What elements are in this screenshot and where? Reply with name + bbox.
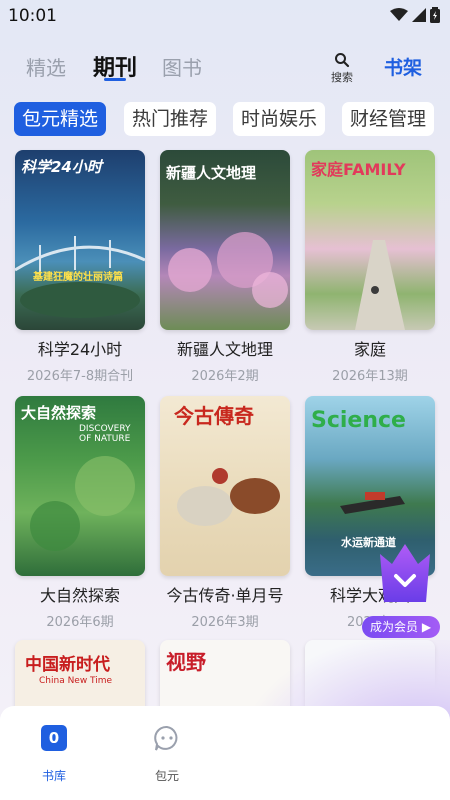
- chip-hot-recommend[interactable]: 热门推荐: [124, 102, 216, 136]
- bridge-illustration: [15, 236, 145, 318]
- library-icon: 0: [41, 725, 67, 751]
- nav-baoyuan[interactable]: 包元: [127, 706, 207, 800]
- magazine-issue: 2026年13期: [332, 369, 408, 384]
- signal-icon: [412, 8, 426, 22]
- chip-finance-management[interactable]: 财经管理: [342, 102, 434, 136]
- cover-subtitle: 基建狂魔的壮丽诗篇: [33, 272, 123, 283]
- status-time: 10:01: [8, 6, 57, 26]
- crown-icon: [380, 544, 430, 602]
- cover-subtitle: DISCOVERY OF NATURE: [79, 424, 131, 444]
- magazine-title: 大自然探索: [39, 586, 120, 605]
- nav-library-label: 书库: [41, 769, 66, 783]
- chat-bubble-icon: [154, 725, 178, 751]
- search-label: 搜索: [331, 71, 353, 84]
- cover-title: 科学24小时: [21, 158, 102, 176]
- cover-subtitle: China New Time: [39, 676, 113, 686]
- magazine-cover[interactable]: 科学24小时 基建狂魔的壮丽诗篇: [15, 150, 145, 330]
- bottom-nav: 0 书库 包元: [0, 706, 450, 800]
- status-icons: [390, 7, 440, 23]
- magazine-cover[interactable]: 家庭FAMILY: [305, 150, 435, 330]
- chip-fashion-entertainment[interactable]: 时尚娱乐: [233, 102, 325, 136]
- magazine-issue: 2026年2期: [191, 369, 259, 384]
- cover-title: 中国新时代: [25, 655, 110, 675]
- magazine-title: 今古传奇·单月号: [166, 586, 284, 605]
- become-member-button[interactable]: 成为会员 ▶: [362, 616, 440, 638]
- chip-baoyuan-picks[interactable]: 包元精选: [14, 102, 106, 136]
- cover-title: Science: [311, 408, 406, 433]
- nav-library[interactable]: 0 书库: [14, 706, 94, 800]
- magazine-cover[interactable]: 今古傳奇: [160, 396, 290, 576]
- tab-books[interactable]: 图书: [162, 52, 202, 81]
- nav-baoyuan-label: 包元: [154, 769, 179, 783]
- battery-icon: [430, 7, 440, 23]
- magazine-title: 家庭: [353, 340, 386, 359]
- cover-title: 视野: [166, 650, 206, 674]
- magazine-title: 新疆人文地理: [176, 340, 273, 359]
- magazine-cover[interactable]: 新疆人文地理: [160, 150, 290, 330]
- active-tab-indicator: [104, 78, 126, 81]
- forest-illustration: [30, 456, 135, 551]
- bookshelf-link[interactable]: 书架: [384, 53, 422, 80]
- become-member-badge[interactable]: 成为会员 ▶: [362, 518, 442, 642]
- magazine-cover[interactable]: 大自然探索 DISCOVERY OF NATURE: [15, 396, 145, 576]
- wifi-icon: [390, 8, 408, 21]
- magazine-title: 科学24小时: [37, 340, 123, 359]
- cover-title: 家庭FAMILY: [311, 160, 406, 179]
- magazine-issue: 2026年3期: [191, 615, 259, 630]
- cover-title: 新疆人文地理: [166, 164, 257, 182]
- search-button[interactable]: 搜索: [322, 50, 362, 86]
- cover-title: 今古傳奇: [174, 404, 254, 428]
- tab-featured[interactable]: 精选: [26, 52, 66, 81]
- cover-title: 大自然探索: [21, 404, 97, 422]
- magazine-issue: 2026年6期: [46, 615, 114, 630]
- status-bar: 10:01: [0, 0, 450, 32]
- search-icon: [335, 53, 350, 68]
- magazine-issue: 2026年7-8期合刊: [26, 369, 134, 384]
